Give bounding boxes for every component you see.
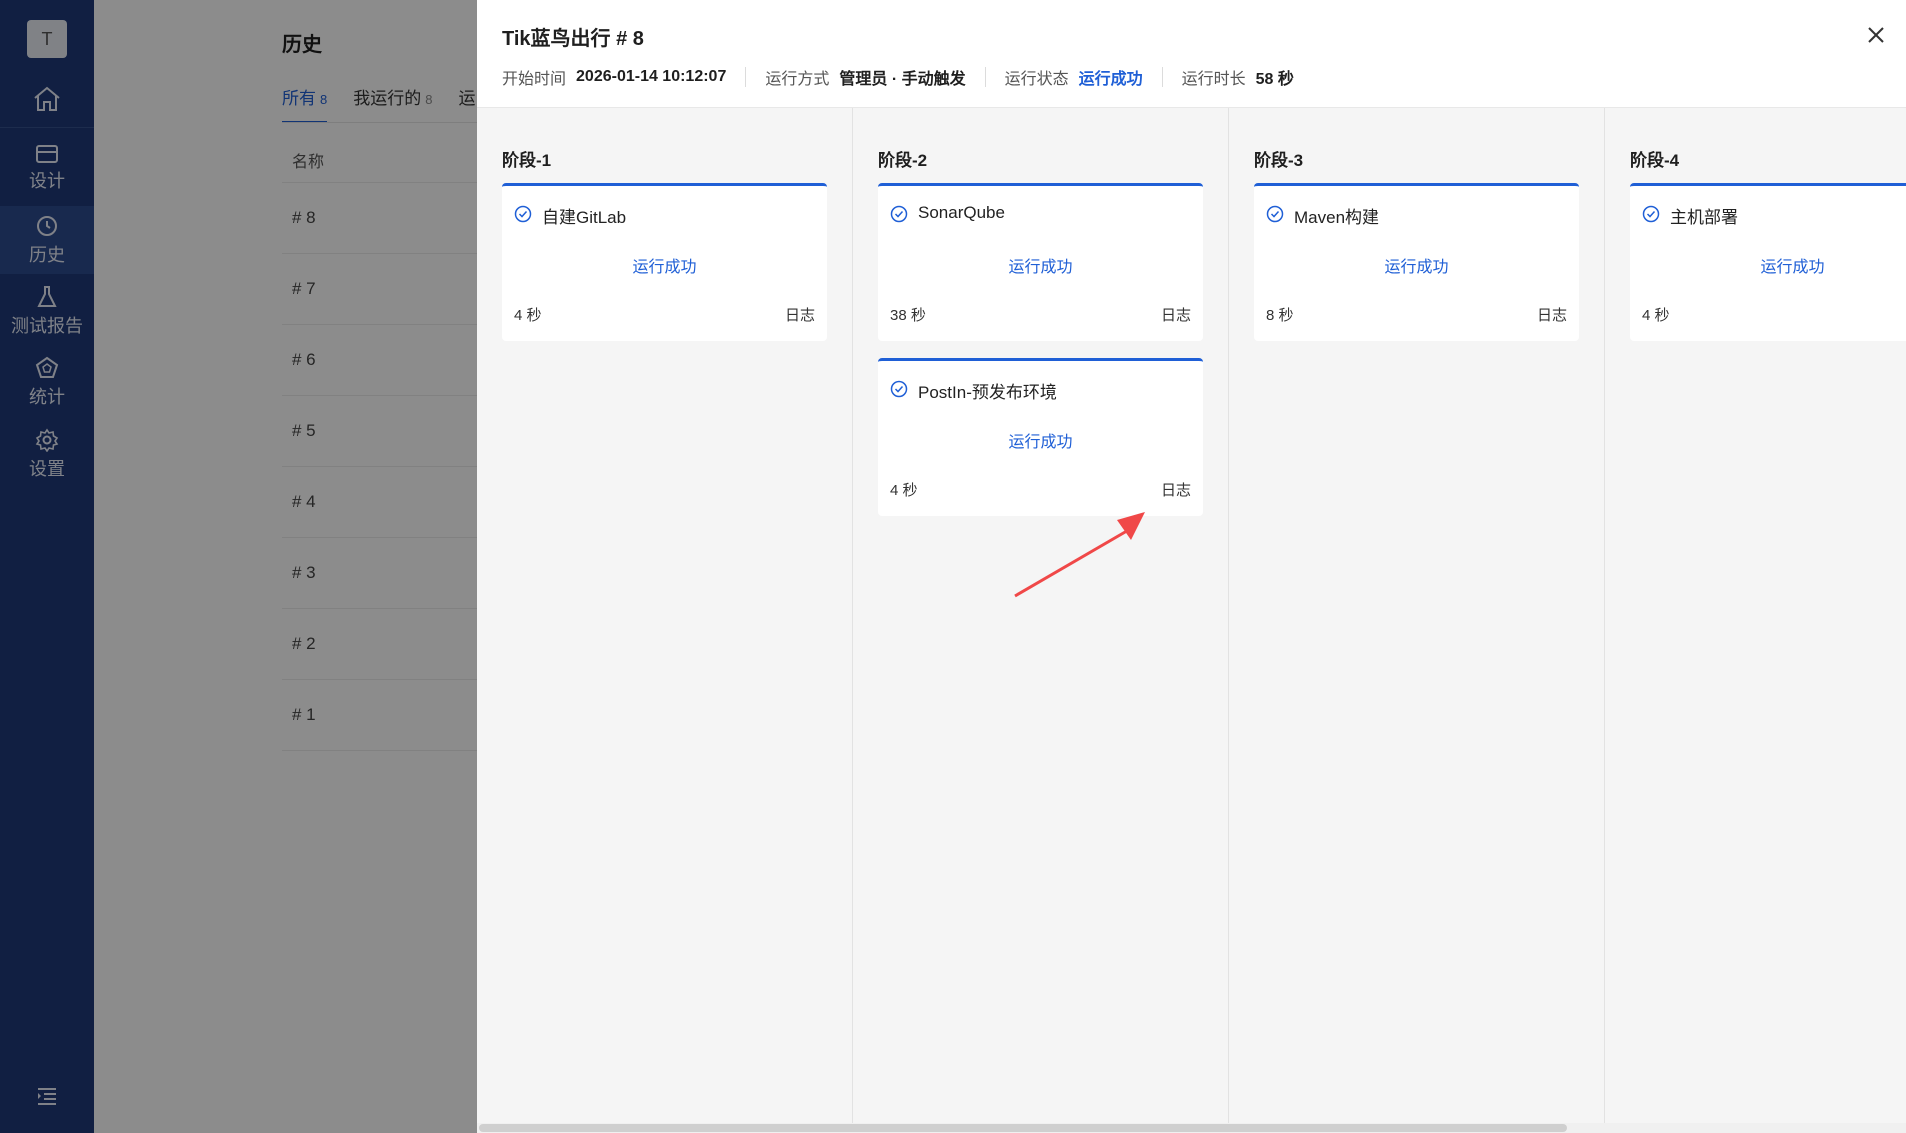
log-link[interactable]: 日志: [1537, 304, 1567, 325]
log-link[interactable]: 日志: [785, 304, 815, 325]
task-status: 运行成功: [1008, 259, 1073, 276]
meta-separator: [745, 67, 747, 87]
run-mode-value: 管理员 · 手动触发: [839, 71, 966, 88]
log-link[interactable]: 日志: [1161, 304, 1191, 325]
run-duration-value: 58 秒: [1255, 71, 1294, 88]
task-card[interactable]: 自建GitLab 运行成功 4 秒 日志: [502, 183, 827, 341]
start-time-value: 2026-01-14 10:12:07: [576, 68, 727, 85]
stage-title: 阶段-2: [878, 151, 928, 170]
task-status: 运行成功: [1760, 259, 1825, 276]
run-mode-label: 运行方式: [765, 71, 830, 88]
check-circle-icon: [890, 380, 908, 403]
run-meta: 开始时间 2026-01-14 10:12:07 运行方式 管理员 · 手动触发…: [502, 65, 1294, 89]
check-circle-icon: [514, 205, 532, 228]
close-icon: [1868, 27, 1884, 43]
log-link[interactable]: 日志: [1161, 479, 1191, 500]
drawer-title: Tik蓝鸟出行 # 8: [502, 28, 644, 50]
task-duration: 4 秒: [890, 482, 918, 499]
task-card[interactable]: PostIn-预发布环境 运行成功 4 秒 日志: [878, 358, 1203, 516]
scrollbar-thumb[interactable]: [479, 1124, 1567, 1132]
stage-board: 阶段-1 自建GitLab 运行成功 4 秒 日志 阶段-2 SonarQube…: [477, 108, 1906, 1123]
task-status: 运行成功: [632, 259, 697, 276]
task-card[interactable]: Maven构建 运行成功 8 秒 日志: [1254, 183, 1579, 341]
horizontal-scrollbar[interactable]: [477, 1123, 1906, 1133]
task-status: 运行成功: [1008, 434, 1073, 451]
task-status: 运行成功: [1384, 259, 1449, 276]
task-name: 主机部署: [1670, 208, 1738, 227]
check-circle-icon: [1266, 205, 1284, 228]
run-status-label: 运行状态: [1004, 71, 1069, 88]
task-duration: 38 秒: [890, 307, 926, 324]
close-button[interactable]: [1861, 20, 1891, 50]
stage-title: 阶段-3: [1254, 151, 1304, 170]
run-detail-drawer: Tik蓝鸟出行 # 8 开始时间 2026-01-14 10:12:07 运行方…: [477, 0, 1906, 1133]
run-status-value: 运行成功: [1078, 71, 1143, 88]
stage-column: 阶段-2 SonarQube 运行成功 38 秒 日志 PostIn-预发布环境…: [853, 108, 1229, 1123]
meta-separator: [984, 67, 986, 87]
run-duration-label: 运行时长: [1181, 71, 1246, 88]
task-name: 自建GitLab: [542, 208, 627, 227]
task-card[interactable]: 主机部署 运行成功 4 秒 日志: [1630, 183, 1906, 341]
task-name: Maven构建: [1294, 208, 1380, 227]
task-duration: 4 秒: [514, 307, 542, 324]
task-card[interactable]: SonarQube 运行成功 38 秒 日志: [878, 183, 1203, 341]
stage-column: 阶段-3 Maven构建 运行成功 8 秒 日志: [1229, 108, 1605, 1123]
start-time-label: 开始时间: [502, 71, 567, 88]
task-name: SonarQube: [918, 203, 1005, 222]
stage-column: 阶段-4 主机部署 运行成功 4 秒 日志: [1605, 108, 1906, 1123]
task-duration: 8 秒: [1266, 307, 1294, 324]
stage-title: 阶段-1: [502, 151, 552, 170]
meta-separator: [1161, 67, 1163, 87]
task-name: PostIn-预发布环境: [918, 383, 1057, 402]
check-circle-icon: [890, 205, 908, 228]
stage-title: 阶段-4: [1630, 151, 1680, 170]
check-circle-icon: [1642, 205, 1660, 228]
stage-column: 阶段-1 自建GitLab 运行成功 4 秒 日志: [477, 108, 853, 1123]
task-duration: 4 秒: [1642, 307, 1670, 324]
